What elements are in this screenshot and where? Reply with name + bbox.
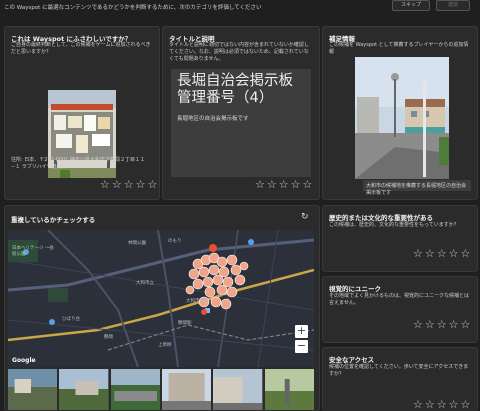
submit-button[interactable]: 送信 [436,0,470,11]
map-label-nomori: のもり [168,239,182,244]
star-5[interactable]: ☆ [461,319,471,330]
rating-stars: ☆ ☆ ☆ ☆ ☆ [413,319,470,330]
street-thumb-5[interactable] [213,369,263,410]
card-title: 重複しているかチェックする [11,216,96,224]
skip-button[interactable]: スキップ [392,0,430,11]
card-subtitle: タイトルと説明に適切ではない内容が含まれていないか確認してください。なお、説明は… [169,42,309,62]
map-label-park: 日本ヘリテージ 〜長坂公園 [12,246,54,257]
supplementary-card: 補足情報 この候補を Wayspot として推薦するプレイヤーからの追加情報 大… [322,26,478,200]
street-thumb-4[interactable] [161,369,212,410]
rating-stars: ☆ ☆ ☆ ☆ ☆ [413,248,470,259]
star-5[interactable]: ☆ [461,248,471,259]
map-label-city: 大和市立 [136,281,154,286]
top-bar: この Wayspot に最適なコンテンツであるかどうかを判断するために、次のカテ… [0,0,480,14]
star-4[interactable]: ☆ [449,248,459,259]
star-4[interactable]: ☆ [449,319,459,330]
card-title: 歴史的または文化的な重要性がある [329,214,433,222]
wayspot-description: 長堀地区の自治会掲示板です [177,116,249,122]
star-1[interactable]: ☆ [413,319,423,330]
star-3[interactable]: ☆ [437,248,447,259]
star-3[interactable]: ☆ [437,399,447,410]
map[interactable]: 日本ヘリテージ 〜長坂公園 林間公園 ひばり台 大和市立 のもり 大和市消防 鶴… [8,230,314,367]
star-2[interactable]: ☆ [112,179,122,190]
appropriate-card: これは Wayspot にふさわしいですか？ ご自身の最終判断として、この候補を… [4,26,160,200]
star-1[interactable]: ☆ [100,179,110,190]
historical-card: 歴史的または文化的な重要性がある この候補は、歴史的、文化的な重要性をもっていま… [322,205,478,272]
star-5[interactable]: ☆ [148,179,158,190]
star-2[interactable]: ☆ [267,179,277,190]
street-thumb-6[interactable] [264,369,314,410]
street-thumb-1[interactable] [8,369,58,410]
refresh-icon[interactable]: ↻ [301,212,309,222]
zoom-out-button[interactable]: − [295,340,308,353]
zoom-in-button[interactable]: + [295,325,308,338]
visual-unique-card: 視覚的にユニーク その地域でよく見かけるものは、視覚的にユニークな候補とは言えま… [322,276,478,343]
map-label-kamisoyagi: 上草柳 [158,343,172,348]
star-1[interactable]: ☆ [413,248,423,259]
card-subtitle: この候補を Wayspot として推薦するプレイヤーからの追加情報 [329,42,469,55]
star-1[interactable]: ☆ [255,179,265,190]
street-view-strip [8,369,314,410]
star-4[interactable]: ☆ [291,179,301,190]
star-1[interactable]: ☆ [413,399,423,410]
google-logo: Google [12,357,36,364]
map-label-hibari: ひばり台 [62,317,80,322]
star-3[interactable]: ☆ [279,179,289,190]
star-5[interactable]: ☆ [461,399,471,410]
map-label-station: 鶴間駅 [178,321,192,326]
star-4[interactable]: ☆ [449,399,459,410]
card-title: 安全なアクセス [329,356,375,364]
wayspot-title: 長堀自治会掲示板 管理番号（4） [177,73,293,106]
card-title: 視覚的にユニーク [329,285,381,293]
card-subtitle: その地域でよく見かけるものは、視覚的にユニークな候補とは言えません。 [329,293,470,306]
rating-stars: ☆ ☆ ☆ ☆ ☆ [255,179,312,190]
card-subtitle: この候補は、歴史的、文化的な重要性をもっていますか？ [329,222,459,228]
star-3[interactable]: ☆ [437,319,447,330]
rating-stars: ☆ ☆ ☆ ☆ ☆ [413,399,470,410]
street-thumb-2[interactable] [59,369,109,410]
title-box: 長堀自治会掲示板 管理番号（4） 長堀地区の自治会掲示板です [171,69,311,177]
title-description-card: タイトルと説明 タイトルと説明に適切ではない内容が含まれていないか確認してくださ… [162,26,320,200]
supporting-photo[interactable] [355,57,449,179]
map-label-tsuruma: 鶴間 [104,335,113,340]
star-2[interactable]: ☆ [425,248,435,259]
star-3[interactable]: ☆ [124,179,134,190]
rating-stars: ☆ ☆ ☆ ☆ ☆ [100,179,157,190]
address-text: 住所: 日本、〒242-0001 神奈川県大和市下鶴間２丁目１１−１ ラブリハイ… [11,157,145,170]
card-subtitle: ご自身の最終判断として、この候補をゲームに追加されるべきだと思いますか？ [11,42,151,55]
star-2[interactable]: ☆ [425,399,435,410]
instruction-text: この Wayspot に最適なコンテンツであるかどうかを判断するために、次のカテ… [4,5,262,11]
safe-access-card: 安全なアクセス 候補の位置を確認してください。歩いて安全にアクセスできますか？ … [322,347,478,411]
star-2[interactable]: ☆ [425,319,435,330]
street-thumb-3[interactable] [110,369,160,410]
map-label-fire: 大和市消防 [186,299,209,304]
star-5[interactable]: ☆ [303,179,313,190]
supporting-caption: 大和市の候補地を推薦する長堀地区の自治会掲示板です [363,180,471,196]
card-subtitle: 候補の位置を確認してください。歩いて安全にアクセスできますか？ [329,364,469,377]
star-4[interactable]: ☆ [136,179,146,190]
map-label-rinkan: 林間公園 [128,241,146,246]
